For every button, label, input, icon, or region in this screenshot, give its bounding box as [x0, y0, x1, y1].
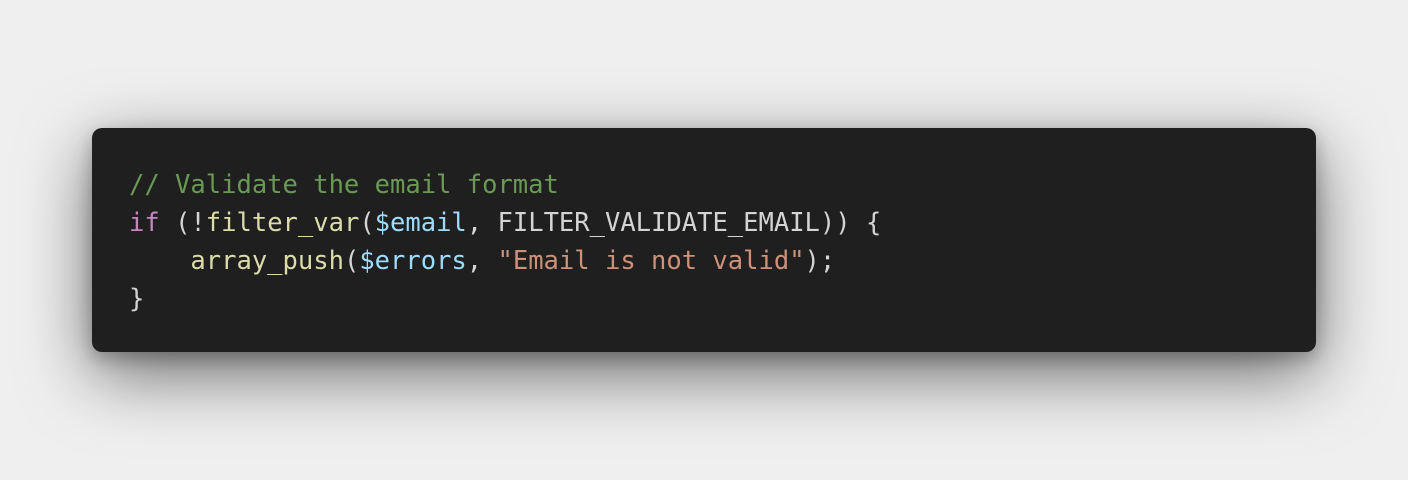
code-variable-errors: $errors: [359, 246, 467, 276]
code-line-1: // Validate the email format: [129, 166, 1316, 204]
code-punctuation: (: [359, 208, 375, 238]
code-string-literal: "Email is not valid": [497, 246, 805, 276]
code-variable-email: $email: [374, 208, 467, 238]
code-punctuation: )) {: [819, 208, 882, 238]
code-keyword-if: if: [129, 208, 160, 238]
code-line-3: array_push($errors, "Email is not valid"…: [129, 242, 1316, 280]
code-function-filter-var: filter_var: [205, 208, 360, 238]
code-line-4: }: [129, 280, 1316, 318]
code-closing-brace: }: [129, 284, 145, 314]
code-punctuation: (: [343, 246, 360, 276]
code-constant-filter: FILTER_VALIDATE_EMAIL: [497, 208, 820, 238]
code-punctuation: ,: [466, 208, 498, 238]
code-snippet-block: // Validate the email format if (!filter…: [92, 128, 1316, 352]
code-punctuation: );: [804, 246, 836, 276]
code-punctuation: (!: [159, 208, 206, 238]
code-comment: // Validate the email format: [129, 170, 559, 200]
code-line-2: if (!filter_var($email, FILTER_VALIDATE_…: [129, 204, 1316, 242]
code-punctuation: ,: [466, 246, 498, 276]
code-function-array-push: array_push: [190, 246, 344, 276]
